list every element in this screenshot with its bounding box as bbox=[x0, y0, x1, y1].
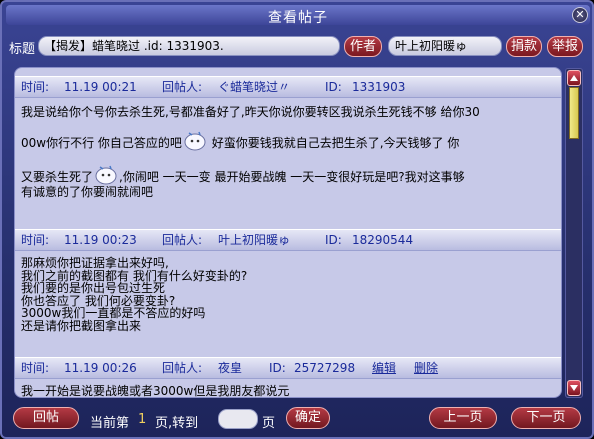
post-header: 时间: 11.19 00:26 回帖人: 夜皇 ID: 25727298 编辑 … bbox=[15, 357, 561, 379]
reply-button[interactable]: 回帖 bbox=[13, 407, 79, 429]
post-time: 11.19 00:26 bbox=[64, 361, 137, 375]
post-line: 我一开始是说要战魄或者3000w但是我朋友都说元 bbox=[21, 384, 290, 398]
post-line: 又要杀生死了 ,你闹吧 一天一变 最开始要战魄 一天一变很好玩是吧?我对这事够 bbox=[21, 163, 557, 185]
title-bar[interactable]: 查看帖子 ✕ bbox=[6, 5, 590, 26]
subject-field: 【揭发】蜡笔晓过 .id: 1331903. bbox=[38, 36, 340, 56]
post-line: 还是请你把截图拿出来 bbox=[21, 318, 142, 333]
post-line-text: ,你闹吧 一天一变 最开始要战魄 一天一变很好玩是吧?我对这事够 bbox=[119, 170, 465, 184]
delete-link[interactable]: 删除 bbox=[414, 358, 438, 378]
post-line: 那麻烦你把证据拿出来好吗, bbox=[21, 256, 169, 270]
prev-page-button[interactable]: 上一页 bbox=[429, 407, 497, 429]
poster-label: 回帖人: bbox=[162, 80, 203, 94]
author-field: 叶上初阳暖ゅ bbox=[388, 36, 502, 56]
id-label: ID: bbox=[269, 361, 286, 375]
current-page-label: 当前第 bbox=[90, 416, 130, 431]
author-button[interactable]: 作者 bbox=[344, 36, 382, 57]
post-line-text: 00w你行不行 你自己答应的吧 bbox=[21, 136, 182, 150]
page-number-input[interactable] bbox=[218, 409, 258, 429]
post-time: 11.19 00:23 bbox=[64, 233, 137, 247]
post-line: 00w你行不行 你自己答应的吧 好蛮你要钱我就自己去把生杀了,今天钱够了 你 bbox=[21, 129, 557, 151]
post-line-text: 好蛮你要钱我就自己去把生杀了,今天钱够了 你 bbox=[207, 136, 460, 150]
scroll-thumb[interactable] bbox=[569, 87, 579, 139]
post-body: 那麻烦你把证据拿出来好吗, 我们之前的截图都有 我们有什么好变卦的? 我们要的是… bbox=[21, 257, 557, 332]
donate-button[interactable]: 捐款 bbox=[506, 36, 542, 57]
poster-name[interactable]: ぐ蜡笔晓过〃 bbox=[218, 77, 290, 97]
scroll-down-arrow-icon[interactable] bbox=[567, 380, 581, 396]
goto-page-label: 页,转到 bbox=[155, 416, 199, 431]
time-label: 时间: bbox=[21, 361, 50, 375]
poster-name[interactable]: 夜皇 bbox=[218, 358, 242, 378]
emoticon-icon bbox=[182, 129, 208, 151]
report-button[interactable]: 举报 bbox=[547, 36, 583, 57]
poster-id: 1331903 bbox=[352, 80, 406, 94]
poster-id: 18290544 bbox=[352, 233, 414, 247]
confirm-button[interactable]: 确定 bbox=[286, 407, 330, 429]
post-body: 我是说给你个号你去杀生死,号都准备好了,昨天你说你要转区我说杀生死钱不够 给你3… bbox=[21, 105, 557, 199]
post-content-panel: 时间: 11.19 00:21 回帖人: ぐ蜡笔晓过〃 ID: 1331903 … bbox=[14, 67, 562, 398]
page-suffix-label: 页 bbox=[262, 416, 276, 431]
poster-id: 25727298 bbox=[294, 361, 356, 375]
post-view-window: 查看帖子 ✕ 标题 【揭发】蜡笔晓过 .id: 1331903. 作者 叶上初阳… bbox=[0, 0, 594, 439]
post-header: 时间: 11.19 00:21 回帖人: ぐ蜡笔晓过〃 ID: 1331903 bbox=[15, 76, 561, 98]
emoticon-icon bbox=[93, 163, 119, 185]
id-label: ID: bbox=[325, 80, 342, 94]
subject-label: 标题 bbox=[9, 42, 36, 57]
post-line: 我是说给你个号你去杀生死,号都准备好了,昨天你说你要转区我说杀生死钱不够 给你3… bbox=[21, 105, 480, 119]
post-line-text: 又要杀生死了 bbox=[21, 170, 94, 184]
poster-label: 回帖人: bbox=[162, 233, 203, 247]
post-line: 我们要的是你出号包过生死 bbox=[21, 281, 166, 295]
time-label: 时间: bbox=[21, 233, 50, 247]
vertical-scrollbar[interactable] bbox=[565, 68, 583, 398]
post-time: 11.19 00:21 bbox=[64, 80, 137, 94]
current-page-number: 1 bbox=[138, 412, 147, 427]
window-title: 查看帖子 bbox=[268, 10, 328, 26]
poster-label: 回帖人: bbox=[162, 361, 203, 375]
edit-link[interactable]: 编辑 bbox=[372, 358, 396, 378]
post-body: 我一开始是说要战魄或者3000w但是我朋友都说元 bbox=[21, 384, 557, 398]
scroll-up-arrow-icon[interactable] bbox=[567, 70, 581, 86]
close-icon[interactable]: ✕ bbox=[572, 7, 588, 23]
time-label: 时间: bbox=[21, 80, 50, 94]
post-line: 有诚意的了你要闹就闹吧 bbox=[21, 185, 154, 199]
next-page-button[interactable]: 下一页 bbox=[511, 407, 581, 429]
post-line: 3000w我们一直都是不答应的好吗 bbox=[21, 306, 206, 320]
id-label: ID: bbox=[325, 233, 342, 247]
poster-name[interactable]: 叶上初阳暖ゅ bbox=[218, 230, 290, 250]
post-header: 时间: 11.19 00:23 回帖人: 叶上初阳暖ゅ ID: 18290544 bbox=[15, 229, 561, 251]
